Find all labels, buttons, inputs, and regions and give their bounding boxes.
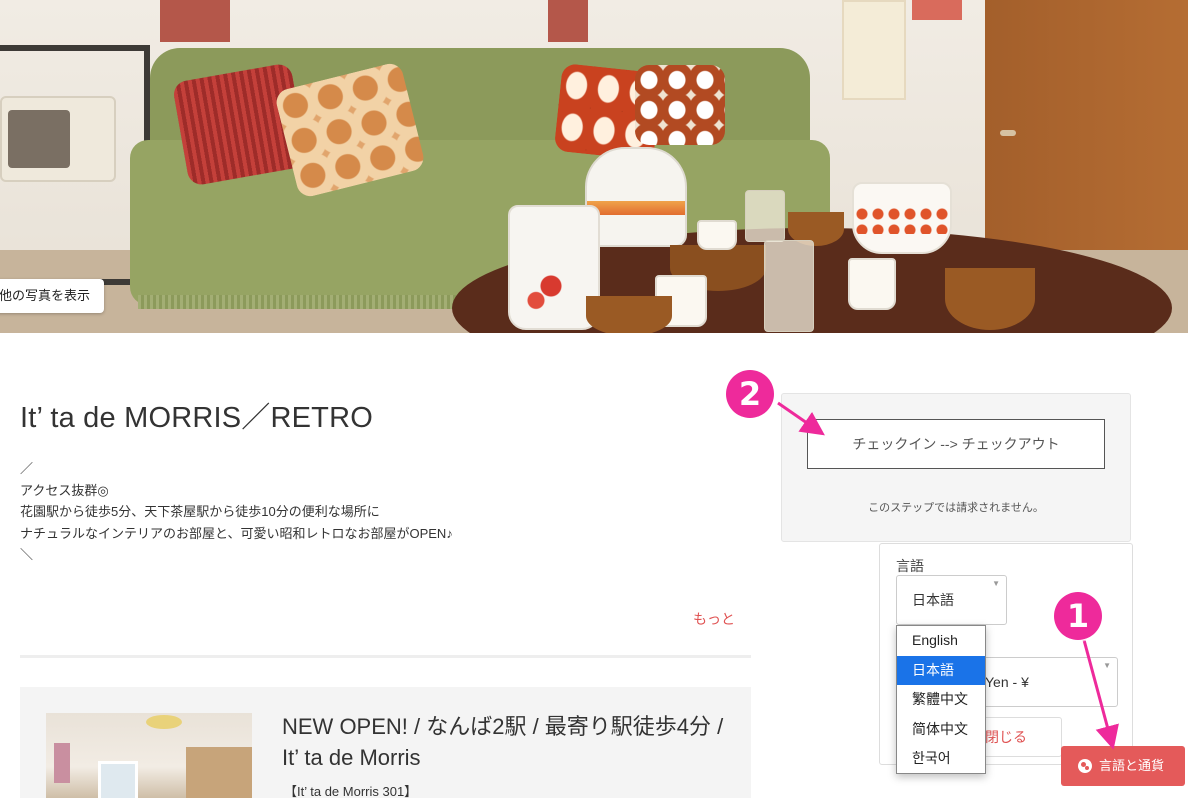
chevron-down-icon: ▼ <box>1103 661 1111 670</box>
globe-icon <box>1078 759 1092 773</box>
currency-select-value: Yen - ¥ <box>985 674 1029 690</box>
language-option-japanese[interactable]: 日本語 <box>897 655 985 685</box>
listing-title: It’ ta de MORRIS／RETRO <box>20 402 373 434</box>
glass <box>745 190 785 242</box>
language-select-value: 日本語 <box>912 592 954 608</box>
language-option-korean[interactable]: 한국어 <box>897 744 985 774</box>
rice-cooker <box>585 147 687 247</box>
door-handle <box>1000 130 1016 136</box>
bowl <box>586 296 672 333</box>
related-listing-title[interactable]: NEW OPEN! / なんば2駅 / 最寄り駅徒歩4分 / It’ ta de… <box>282 711 732 773</box>
booking-widget: チェックイン --> チェックアウト このステップでは請求されません。 <box>781 393 1131 542</box>
description-line: ／ <box>20 461 34 476</box>
description-line: ナチュラルなインテリアのお部屋と、可愛い昭和レトロなお部屋がOPEN♪ <box>20 525 453 541</box>
pillow <box>635 65 725 145</box>
description-line: 花園駅から徒歩5分、天下茶屋駅から徒歩10分の便利な場所に <box>20 504 380 519</box>
related-listing-subtitle: 【It’ ta de Morris 301】 <box>284 784 418 798</box>
no-charge-note: このステップでは請求されません。 <box>868 502 1044 514</box>
language-currency-label: 言語と通貨 <box>1099 758 1165 773</box>
wall-poster-small <box>912 0 962 20</box>
related-listing-card[interactable]: NEW OPEN! / なんば2駅 / 最寄り駅徒歩4分 / It’ ta de… <box>20 687 751 798</box>
hero-photo: 他の写真を表示 <box>0 0 1188 333</box>
listing-description: ／ アクセス抜群◎ 花園駅から徒歩5分、天下茶屋駅から徒歩10分の便利な場所に … <box>20 458 720 566</box>
checkin-checkout-button[interactable]: チェックイン --> チェックアウト <box>807 419 1105 469</box>
divider <box>20 655 751 658</box>
language-dropdown-list[interactable]: English 日本語 繁體中文 简体中文 한국어 <box>896 625 986 774</box>
show-photos-button[interactable]: 他の写真を表示 <box>0 279 104 313</box>
language-option-traditional-chinese[interactable]: 繁體中文 <box>897 685 985 715</box>
language-currency-button[interactable]: 言語と通貨 <box>1061 746 1185 786</box>
description-line: アクセス抜群◎ <box>20 482 109 498</box>
language-option-simplified-chinese[interactable]: 简体中文 <box>897 715 985 745</box>
chevron-down-icon: ▼ <box>992 579 1000 588</box>
language-label: 言語 <box>896 558 924 574</box>
wall-poster <box>842 0 906 100</box>
microwave <box>0 96 116 182</box>
annotation-badge-2: 2 <box>726 370 774 418</box>
annotation-badge-1: 1 <box>1054 592 1102 640</box>
enamel-pot <box>852 182 952 254</box>
related-listing-thumbnail[interactable] <box>46 713 252 798</box>
glass <box>764 240 814 332</box>
cup <box>697 220 737 250</box>
cup <box>848 258 896 310</box>
curtain-right <box>548 0 588 42</box>
language-option-english[interactable]: English <box>897 626 985 656</box>
bowl <box>945 268 1035 330</box>
description-line: ＼ <box>20 547 34 562</box>
curtain-left <box>160 0 230 42</box>
more-link[interactable]: もっと <box>693 609 735 629</box>
language-select[interactable]: 日本語 ▼ <box>896 575 1007 625</box>
